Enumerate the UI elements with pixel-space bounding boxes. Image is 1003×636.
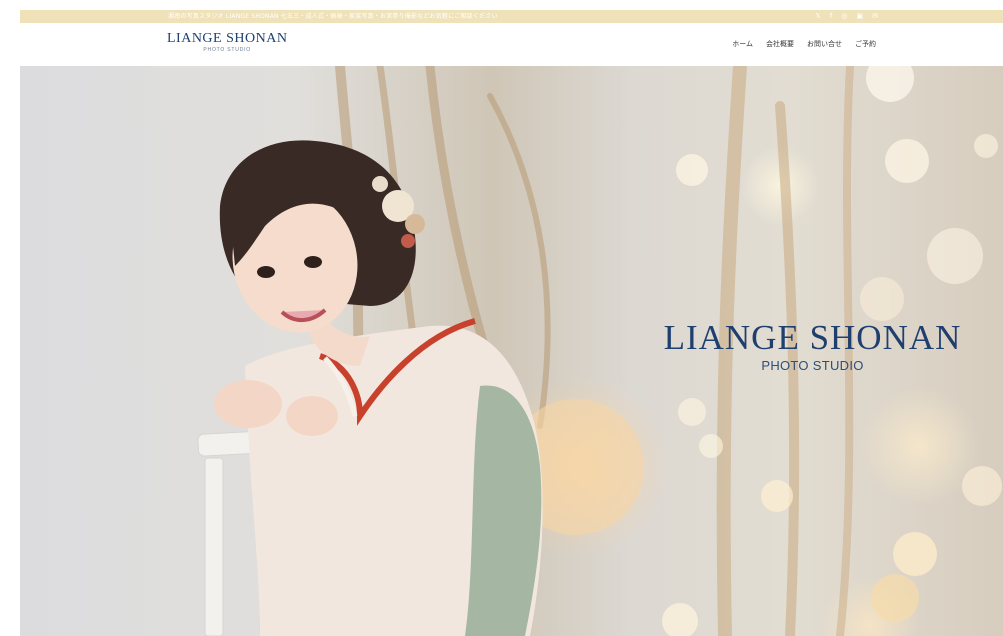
nav-reservation-link[interactable]: ご予約 bbox=[855, 39, 876, 49]
nav-company-link[interactable]: 会社概要 bbox=[766, 39, 794, 49]
logo-main-text: LIANGE SHONAN bbox=[167, 31, 288, 46]
instagram-icon[interactable]: ◎ bbox=[841, 11, 847, 21]
hero-section: LIANGE SHONAN PHOTO STUDIO bbox=[20, 66, 1003, 636]
top-notice-text: 湘南の写真スタジオ LIANGE SHONAN 七五三・成人式・振袖・家族写真・… bbox=[168, 13, 498, 20]
mail-icon[interactable]: ✉ bbox=[872, 11, 878, 21]
social-links: 𝕏 f ◎ ▣ ✉ bbox=[815, 11, 878, 21]
nav-home-link[interactable]: ホーム bbox=[732, 39, 753, 49]
site-logo[interactable]: LIANGE SHONAN PHOTO STUDIO bbox=[167, 31, 287, 53]
facebook-icon[interactable]: f bbox=[830, 11, 832, 21]
logo-sub-text: PHOTO STUDIO bbox=[203, 47, 251, 53]
hero-subtitle: PHOTO STUDIO bbox=[761, 358, 864, 373]
hero-title-block: LIANGE SHONAN PHOTO STUDIO bbox=[650, 318, 975, 374]
line-icon[interactable]: ▣ bbox=[857, 11, 864, 21]
top-notice-bar: 湘南の写真スタジオ LIANGE SHONAN 七五三・成人式・振袖・家族写真・… bbox=[20, 10, 1003, 23]
main-nav: ホーム 会社概要 お問い合せ ご予約 bbox=[732, 39, 876, 49]
hero-title: LIANGE SHONAN bbox=[663, 318, 962, 357]
twitter-icon[interactable]: 𝕏 bbox=[815, 11, 821, 21]
nav-contact-link[interactable]: お問い合せ bbox=[807, 39, 842, 49]
site-header: LIANGE SHONAN PHOTO STUDIO ホーム 会社概要 お問い合… bbox=[20, 23, 1003, 66]
